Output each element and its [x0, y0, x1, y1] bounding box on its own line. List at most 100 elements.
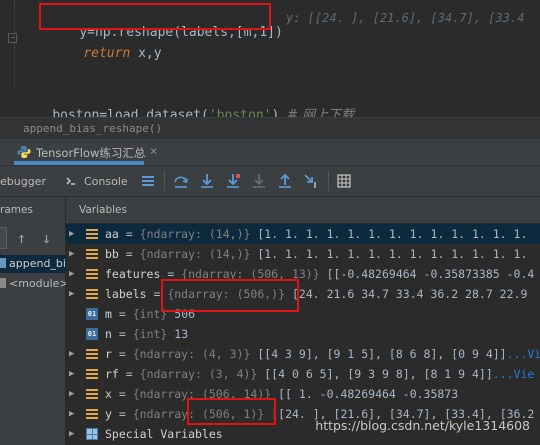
console-icon	[64, 172, 78, 190]
variable-text: rf = {ndarray: (3, 4)} [[4 0 6 5], [9 3 …	[105, 367, 535, 381]
array-icon	[86, 348, 98, 360]
variable-text: m = {int} 506	[105, 307, 196, 321]
watermark-text: https://blog.csdn.net/kyle1314608	[315, 418, 530, 433]
variable-value: [[-0.48269464 -0.35873385 -0.4	[326, 267, 535, 281]
fold-marker-icon[interactable]: −	[8, 33, 17, 43]
variable-name: y	[105, 407, 112, 421]
frame-icon	[0, 278, 6, 288]
special-variables-icon	[86, 428, 98, 440]
variable-row[interactable]: ▶ features = {ndarray: (506, 13)} [[-0.48…	[66, 264, 540, 284]
expand-arrow-icon[interactable]: ▶	[69, 404, 74, 424]
view-link[interactable]: ...Vi	[507, 347, 540, 361]
frame-icon	[0, 258, 6, 268]
variable-row[interactable]: ▶ x = {ndarray: (506, 14)} [[ 1. -0.48269…	[66, 384, 540, 404]
breadcrumb-bar: append_bias_reshape()	[0, 117, 540, 139]
variable-value: 506	[174, 307, 196, 321]
return-keyword: return	[83, 46, 131, 61]
variable-text: Special Variables	[105, 424, 223, 444]
array-icon	[86, 408, 98, 420]
variable-type: {int}	[132, 327, 168, 341]
evaluate-expression-icon[interactable]	[335, 172, 353, 190]
menu-lines-icon[interactable]	[139, 172, 157, 190]
step-over-icon[interactable]	[172, 172, 190, 190]
variable-row[interactable]: 01 n = {int} 13	[66, 324, 540, 344]
variables-panel: Variables ▶ aa = {ndarray: (14,)} [1. 1. …	[66, 197, 540, 445]
frames-header: rames	[0, 204, 33, 216]
run-to-cursor-icon[interactable]	[302, 172, 320, 190]
variable-type: {ndarray: (4, 3)}	[132, 347, 251, 361]
code-editor[interactable]: − y=np.reshape(labels,[m,1]) y: [[24. ],…	[0, 0, 540, 123]
variable-type: {ndarray: (3, 4)}	[139, 367, 258, 381]
expand-arrow-icon[interactable]: ▶	[69, 384, 74, 404]
arrow-down-icon[interactable]: ↓	[42, 229, 51, 247]
variable-name: r	[105, 347, 112, 361]
step-out-icon[interactable]	[276, 172, 294, 190]
variable-row[interactable]: ▶ r = {ndarray: (4, 3)} [[4 3 9], [9 1 5]…	[66, 344, 540, 364]
variable-text: features = {ndarray: (506, 13)} [[-0.482…	[105, 267, 535, 281]
expand-arrow-icon[interactable]: ▶	[69, 244, 74, 264]
variable-value: 13	[174, 327, 189, 341]
array-icon	[86, 288, 98, 300]
int-icon: 01	[86, 328, 98, 340]
variable-name: rf	[105, 367, 119, 381]
frame-label: <module>	[9, 277, 66, 290]
array-icon	[86, 388, 98, 400]
variable-row[interactable]: ▶ aa = {ndarray: (14,)} [1. 1. 1. 1. 1. 1…	[66, 224, 540, 244]
active-tab-indicator	[14, 161, 144, 165]
expand-arrow-icon[interactable]: ▶	[69, 224, 74, 244]
variable-value: [1. 1. 1. 1. 1. 1. 1. 1. 1. 1. 1. 1. 1.	[257, 247, 528, 261]
step-into-icon[interactable]	[198, 172, 216, 190]
variable-type: {ndarray: (506, 14)}	[132, 387, 272, 401]
variable-row[interactable]: ▶ labels = {ndarray: (506,)} [24. 21.6 34…	[66, 284, 540, 304]
variable-row[interactable]: ▶ bb = {ndarray: (14,)} [1. 1. 1. 1. 1. 1…	[66, 244, 540, 264]
variable-row[interactable]: 01 m = {int} 506	[66, 304, 540, 324]
array-icon	[86, 368, 98, 380]
expand-arrow-icon[interactable]: ▶	[69, 364, 74, 384]
variable-text: r = {ndarray: (4, 3)} [[4 3 9], [9 1 5],…	[105, 347, 540, 361]
variable-name: labels	[105, 287, 147, 301]
arrow-up-icon[interactable]: ↑	[17, 229, 26, 247]
inline-value-hint: y: [[24. ], [21.6], [34.7], [33.4	[286, 11, 525, 25]
close-icon[interactable]: ×	[150, 144, 157, 158]
python-icon	[17, 146, 31, 158]
variable-name: aa	[105, 227, 119, 241]
frames-panel: rames ↑ ↓ append_bi <module>	[0, 197, 66, 445]
expand-arrow-icon[interactable]: ▶	[69, 344, 74, 364]
variable-name: bb	[105, 247, 119, 261]
variable-type: {ndarray: (506, 1)}	[132, 407, 265, 421]
force-step-into-icon	[250, 172, 268, 190]
variable-value: [24. 21.6 34.7 33.4 36.2 28.7 22.9	[291, 287, 528, 301]
debug-toolbar: ebugger Console	[0, 166, 540, 197]
expand-arrow-icon[interactable]: ▶	[69, 284, 74, 304]
return-values: x,y	[130, 46, 162, 61]
expand-arrow-icon[interactable]: ▶	[69, 424, 74, 444]
step-into-my-code-icon[interactable]	[224, 172, 242, 190]
indent-guide	[14, 0, 15, 90]
variable-type: {ndarray: (506, 13)}	[181, 267, 320, 281]
tab-console[interactable]: Console	[84, 175, 128, 188]
variable-name: m	[105, 307, 112, 321]
frame-label: append_bi	[9, 257, 66, 270]
variable-value: [1. 1. 1. 1. 1. 1. 1. 1. 1. 1. 1. 1. 1.	[257, 227, 528, 241]
toolbar-separator	[164, 171, 165, 191]
variable-value: [[ 1. -0.48269464 -0.35873	[278, 387, 459, 401]
code-line-return: return x,y	[52, 30, 162, 78]
variable-type: {int}	[132, 307, 168, 321]
variable-row[interactable]: ▶ rf = {ndarray: (3, 4)} [[4 0 6 5], [9 3…	[66, 364, 540, 384]
variable-value: [[4 3 9], [9 1 5], [8 6 8], [0 9 4]]	[257, 347, 507, 361]
frame-item[interactable]: <module>	[0, 275, 66, 293]
variable-text: aa = {ndarray: (14,)} [1. 1. 1. 1. 1. 1.…	[105, 227, 528, 241]
breadcrumb[interactable]: append_bias_reshape()	[23, 122, 162, 135]
variable-type: {ndarray: (14,)}	[139, 247, 251, 261]
view-link[interactable]: ...Vie	[493, 367, 535, 381]
expand-arrow-icon[interactable]: ▶	[69, 264, 74, 284]
thread-selector[interactable]	[0, 227, 7, 249]
toolbar-separator	[328, 171, 329, 191]
frame-item[interactable]: append_bi	[0, 255, 66, 273]
variable-name: Special Variables	[105, 427, 223, 441]
variable-text: bb = {ndarray: (14,)} [1. 1. 1. 1. 1. 1.…	[105, 247, 528, 261]
tab-debugger[interactable]: ebugger	[0, 175, 46, 188]
variable-text: labels = {ndarray: (506,)} [24. 21.6 34.…	[105, 287, 528, 301]
int-icon: 01	[86, 308, 98, 320]
variables-header-bar: Variables	[66, 197, 540, 223]
